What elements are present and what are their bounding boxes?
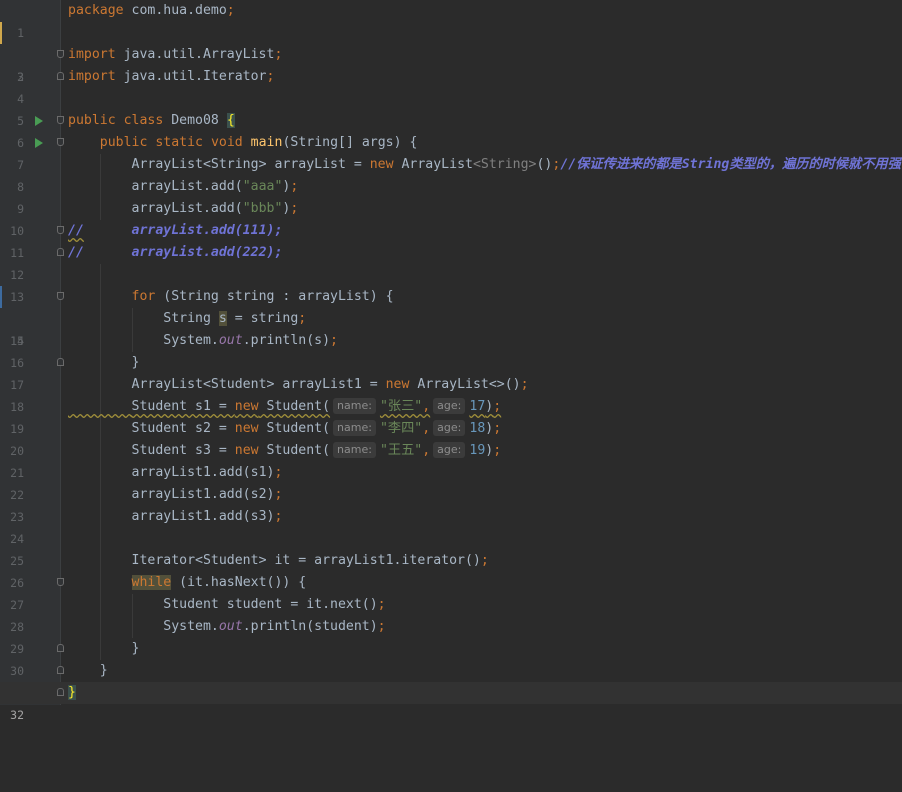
code-line[interactable]: 15 String s = string; (0, 308, 902, 348)
code-text: } (68, 682, 76, 704)
code-text: arrayList1.add(s1); (131, 465, 283, 480)
code-line[interactable]: 27 while (it.hasNext()) { (0, 572, 902, 612)
code-text: ArrayList<Student> arrayList1 = new Arra… (131, 377, 529, 392)
param-hint-name: name: (333, 442, 376, 458)
highlighted-keyword: while (131, 575, 172, 590)
code-line[interactable]: 19 Student s1 = new Student(name: "张三", ag… (0, 396, 902, 436)
indent-guide (100, 528, 101, 550)
code-text: Student s2 = new Student(name: "李四", age: 1… (131, 420, 502, 436)
fold-icon[interactable] (57, 138, 64, 146)
code-line[interactable]: 5 (0, 88, 902, 128)
code-line[interactable]: 14 for (String string : arrayList) { (0, 286, 902, 348)
code-text: public class Demo08 { (68, 113, 235, 128)
fold-icon[interactable] (57, 116, 64, 124)
indent-guide (100, 264, 101, 286)
code-line[interactable]: 26 Iterator<Student> it = arrayList1.ite… (0, 550, 902, 590)
code-text: arrayList.add("aaa"); (131, 179, 299, 194)
line-number: 32 (10, 708, 24, 722)
code-text: import java.util.ArrayList; (68, 47, 283, 62)
code-line[interactable]: 2 (0, 22, 902, 84)
run-class-icon[interactable] (35, 116, 43, 126)
code-line[interactable]: 17 } (0, 352, 902, 392)
code-text: Student s3 = new Student(name: "王五", age: 1… (131, 442, 502, 458)
change-marker (0, 22, 2, 44)
fold-icon[interactable] (57, 72, 64, 80)
code-line[interactable]: 22 arrayList1.add(s1); (0, 462, 902, 502)
change-marker (0, 286, 2, 308)
code-line[interactable]: 21 Student s3 = new Student(name: "王五", ag… (0, 440, 902, 480)
fold-icon[interactable] (57, 666, 64, 674)
code-line[interactable]: 13 (0, 264, 902, 304)
code-text: public static void main(String[] args) { (99, 135, 418, 150)
code-line-current[interactable]: 32 } (0, 682, 902, 722)
fold-icon[interactable] (57, 358, 64, 366)
code-line[interactable]: 28 Student student = it.next(); (0, 594, 902, 634)
code-line[interactable]: 11 // arrayList.add(111); (0, 220, 902, 260)
code-text: arrayList1.add(s2); (131, 487, 283, 502)
code-text: System.out.println(s); (163, 333, 338, 348)
code-text: arrayList1.add(s3); (131, 509, 283, 524)
code-text: arrayList.add("bbb"); (131, 201, 299, 216)
code-text: while (it.hasNext()) { (131, 575, 307, 590)
code-text: } (131, 641, 140, 656)
code-text: System.out.println(student); (163, 619, 386, 634)
fold-icon[interactable] (57, 226, 64, 234)
param-hint-age: age: (433, 442, 466, 458)
code-text: package com.hua.demo; (68, 3, 235, 18)
code-line[interactable]: 16 System.out.println(s); (0, 330, 902, 370)
code-line[interactable]: 9 arrayList.add("aaa"); (0, 176, 902, 216)
code-line[interactable]: 4 import java.util.Iterator; (0, 66, 902, 106)
param-hint-name: name: (333, 420, 376, 436)
code-line[interactable]: 24 arrayList1.add(s3); (0, 506, 902, 546)
highlighted-variable: s (218, 311, 227, 326)
code-line[interactable]: 31 } (0, 660, 902, 700)
fold-icon[interactable] (57, 292, 64, 300)
code-text: import java.util.Iterator; (68, 69, 275, 84)
param-hint-name: name: (333, 398, 376, 414)
param-hint-age: age: (433, 398, 466, 414)
fold-icon[interactable] (57, 644, 64, 652)
matched-brace: { (226, 113, 235, 128)
code-text: String s = string; (163, 311, 307, 326)
fold-icon[interactable] (57, 688, 64, 696)
code-line[interactable]: 3 import java.util.ArrayList; (0, 44, 902, 84)
param-hint-age: age: (433, 420, 466, 436)
code-text: // arrayList.add(222); (68, 245, 283, 260)
code-line[interactable]: 18 ArrayList<Student> arrayList1 = new A… (0, 374, 902, 414)
code-line[interactable]: 29 System.out.println(student); (0, 616, 902, 656)
code-text: } (131, 355, 140, 370)
code-text: Student student = it.next(); (163, 597, 386, 612)
code-text: for (String string : arrayList) { (131, 289, 394, 304)
code-line[interactable]: 30 } (0, 638, 902, 678)
code-text: Iterator<Student> it = arrayList1.iterat… (131, 553, 489, 568)
code-line[interactable]: 1 package com.hua.demo; (0, 0, 902, 40)
fold-icon[interactable] (57, 248, 64, 256)
code-line[interactable]: 12 // arrayList.add(222); (0, 242, 902, 282)
code-line[interactable]: 10 arrayList.add("bbb"); (0, 198, 902, 238)
fold-icon[interactable] (57, 578, 64, 586)
code-text: // arrayList.add(111); (68, 223, 283, 238)
run-main-icon[interactable] (35, 138, 43, 148)
code-line[interactable]: 20 Student s2 = new Student(name: "李四", ag… (0, 418, 902, 458)
code-text: ArrayList<String> arrayList = new ArrayL… (131, 157, 901, 172)
code-line[interactable]: 6 public class Demo08 { (0, 110, 902, 150)
code-text: Student s1 = new Student(name: "张三", age: 1… (131, 398, 502, 414)
code-line[interactable]: 8 ArrayList<String> arrayList = new Arra… (0, 154, 902, 194)
code-editor[interactable]: 1 package com.hua.demo; 2 3 import java.… (0, 0, 902, 722)
matched-brace: } (68, 685, 76, 700)
code-text: } (99, 663, 108, 678)
code-line[interactable]: 23 arrayList1.add(s2); (0, 484, 902, 524)
fold-icon[interactable] (57, 50, 64, 58)
code-line[interactable]: 25 (0, 528, 902, 568)
code-line[interactable]: 7 public static void main(String[] args)… (0, 132, 902, 172)
